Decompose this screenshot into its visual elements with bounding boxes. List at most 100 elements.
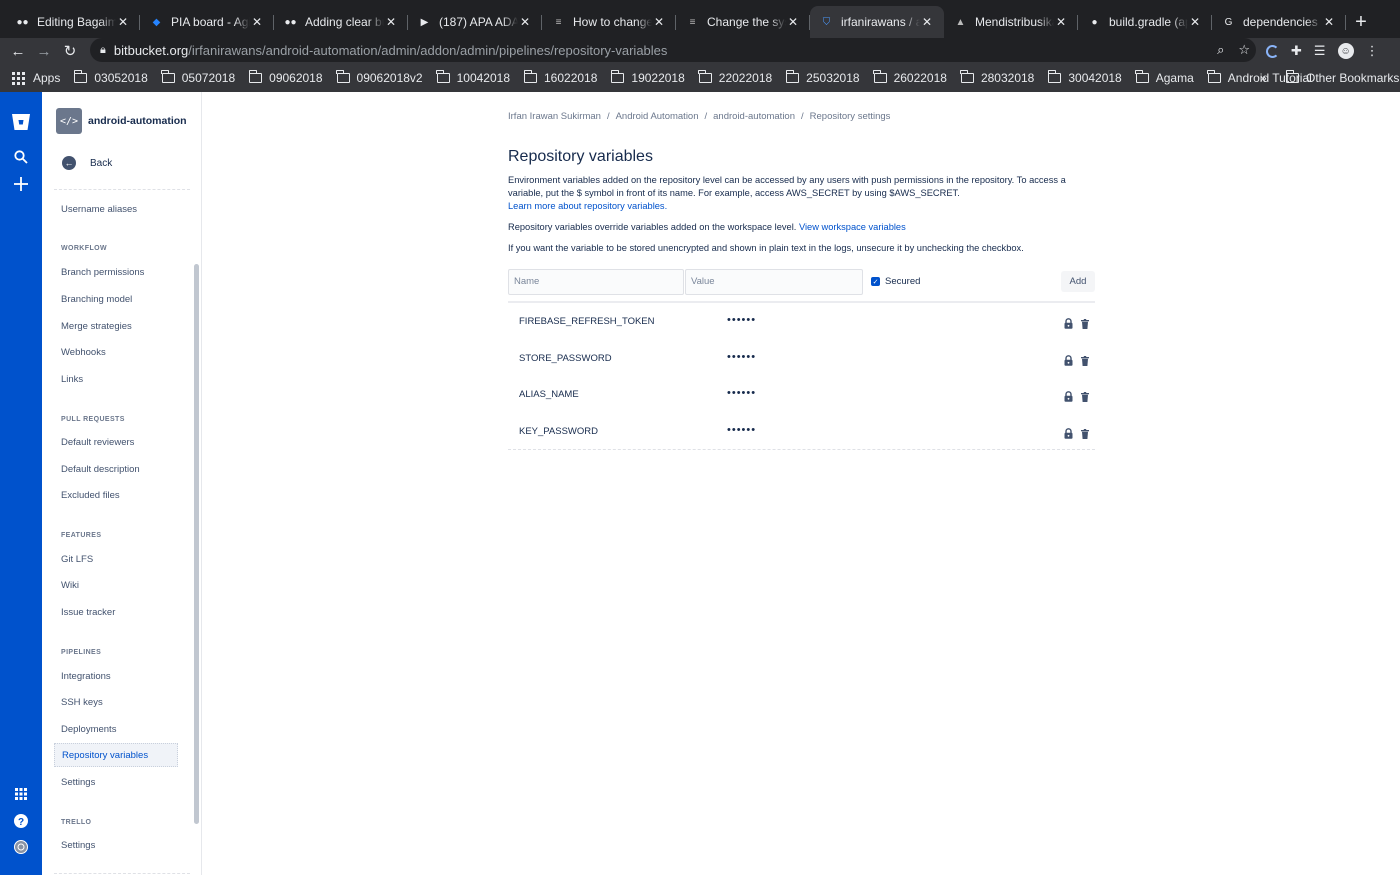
browser-tab[interactable]: ≡Change the syste✕ — [676, 6, 810, 38]
add-button[interactable]: Add — [1061, 271, 1095, 292]
browser-tab-active[interactable]: ⛉irfanirawans / and✕ — [810, 6, 944, 38]
sidebar-item-merge-strategies[interactable]: Merge strategies — [61, 321, 132, 332]
bookmark-folder[interactable]: 22022018 — [698, 70, 772, 85]
global-nav: ? — [0, 92, 42, 875]
sidebar-item-issue-tracker[interactable]: Issue tracker — [61, 607, 115, 618]
svg-text:?: ? — [18, 817, 24, 828]
close-tab-icon[interactable]: ✕ — [250, 15, 264, 29]
bookmark-folder[interactable]: 28032018 — [960, 70, 1034, 85]
browser-tab[interactable]: ◆PIA board - Agile✕ — [140, 6, 274, 38]
sidebar-item-ssh-keys[interactable]: SSH keys — [61, 697, 103, 708]
breadcrumb-item[interactable]: Irfan Irawan Sukirman — [508, 111, 601, 122]
sidebar-scrollbar[interactable] — [194, 264, 199, 824]
app-switcher-icon[interactable] — [11, 784, 31, 804]
back-arrow-icon: ← — [62, 156, 76, 170]
secured-checkbox[interactable]: ✓ Secured — [871, 276, 920, 287]
breadcrumb-item[interactable]: Repository settings — [810, 111, 891, 122]
back-arrow-icon[interactable]: ← — [5, 43, 31, 60]
close-tab-icon[interactable]: ✕ — [1054, 15, 1068, 29]
trash-icon[interactable] — [1081, 389, 1089, 403]
browser-tab[interactable]: ▲Mendistribusikan✕ — [944, 6, 1078, 38]
forward-arrow-icon[interactable]: → — [31, 43, 57, 60]
browser-tab[interactable]: ●●Editing Bagaimana✕ — [6, 6, 140, 38]
view-workspace-variables-link[interactable]: View workspace variables — [799, 222, 906, 232]
close-tab-icon[interactable]: ✕ — [116, 15, 130, 29]
sidebar-item-pipelines-settings[interactable]: Settings — [61, 777, 95, 788]
browser-tab[interactable]: Gdependencies - G✕ — [1212, 6, 1346, 38]
sidebar-item-default-reviewers[interactable]: Default reviewers — [61, 437, 134, 448]
bookmark-folder[interactable]: 26022018 — [873, 70, 947, 85]
divider — [508, 449, 1095, 450]
checkbox-checked-icon[interactable]: ✓ — [871, 277, 880, 286]
back-link[interactable]: ← Back — [62, 156, 112, 170]
bookmark-folder[interactable]: 25032018 — [785, 70, 860, 85]
trash-icon[interactable] — [1081, 426, 1089, 440]
repo-header[interactable]: </> android-automation — [56, 108, 187, 134]
breadcrumb-item[interactable]: android-automation — [713, 111, 795, 122]
bookmark-folder[interactable]: 05072018 — [161, 70, 235, 85]
bookmark-apps[interactable]: Apps — [12, 71, 60, 85]
variable-value-input[interactable]: Value — [685, 269, 863, 295]
trash-icon[interactable] — [1081, 353, 1089, 366]
lock-icon[interactable] — [1064, 316, 1073, 329]
learn-more-link[interactable]: Learn more about repository variables. — [508, 201, 667, 211]
close-tab-icon[interactable]: ✕ — [384, 15, 398, 29]
browser-tab[interactable]: ≡How to change th✕ — [542, 6, 676, 38]
sidebar-item-webhooks[interactable]: Webhooks — [61, 347, 106, 358]
profile-avatar-icon[interactable]: ☺ — [1337, 43, 1354, 59]
close-tab-icon[interactable]: ✕ — [652, 15, 666, 29]
stackoverflow-icon: ≡ — [689, 16, 696, 28]
extensions-puzzle-icon[interactable]: ✚ — [1291, 43, 1302, 59]
sidebar-item-default-description[interactable]: Default description — [61, 464, 140, 475]
bitbucket-logo-icon[interactable] — [11, 112, 31, 132]
bookmarks-overflow-chevron[interactable]: » — [1260, 71, 1267, 85]
bookmark-folder[interactable]: 09062018v2 — [336, 70, 423, 85]
trash-icon[interactable] — [1081, 316, 1089, 329]
sidebar-item-deployments[interactable]: Deployments — [61, 724, 116, 735]
bookmark-folder[interactable]: 10042018 — [436, 70, 510, 85]
close-tab-icon[interactable]: ✕ — [518, 15, 532, 29]
new-tab-button[interactable]: + — [1346, 6, 1376, 38]
reload-icon[interactable]: ↻ — [57, 42, 83, 60]
close-tab-icon[interactable]: ✕ — [920, 15, 934, 29]
bookmark-folder[interactable]: 09062018 — [248, 70, 323, 85]
folder-icon — [785, 70, 800, 83]
medium-icon: ●● — [16, 16, 29, 28]
search-icon[interactable] — [11, 147, 31, 167]
sidebar-item-branching-model[interactable]: Branching model — [61, 294, 132, 305]
sidebar-item-username-aliases[interactable]: Username aliases — [61, 204, 137, 215]
help-icon[interactable]: ? — [11, 811, 31, 831]
sidebar-item-git-lfs[interactable]: Git LFS — [61, 554, 93, 565]
sidebar-item-excluded-files[interactable]: Excluded files — [61, 490, 120, 501]
bookmark-folder[interactable]: 30042018 — [1047, 70, 1122, 85]
close-tab-icon[interactable]: ✕ — [786, 15, 800, 29]
close-tab-icon[interactable]: ✕ — [1322, 15, 1336, 29]
bookmark-folder[interactable]: 03052018 — [73, 70, 148, 85]
variable-name-input[interactable]: Name — [508, 269, 684, 295]
breadcrumb-item[interactable]: Android Automation — [616, 111, 699, 122]
bookmark-star-icon[interactable]: ☆ — [1238, 42, 1250, 58]
browser-tab[interactable]: ▶(187) APA ADA JA✕ — [408, 6, 542, 38]
address-bar[interactable]: 🔒︎ bitbucket.org/irfanirawans/android-au… — [90, 38, 1256, 62]
sidebar-item-branch-permissions[interactable]: Branch permissions — [61, 267, 144, 278]
sidebar-item-wiki[interactable]: Wiki — [61, 580, 79, 591]
bookmark-folder[interactable]: 19022018 — [610, 70, 685, 85]
create-plus-icon[interactable] — [11, 174, 31, 194]
bookmark-folder[interactable]: Agama — [1135, 70, 1194, 85]
browser-tab[interactable]: ●●Adding clear butt✕ — [274, 6, 408, 38]
lock-icon[interactable] — [1064, 426, 1073, 439]
sidebar-item-integrations[interactable]: Integrations — [61, 671, 111, 682]
lock-icon[interactable] — [1064, 389, 1073, 403]
bookmark-folder[interactable]: 16022018 — [523, 70, 597, 85]
media-queue-icon[interactable]: ☰ — [1314, 43, 1326, 59]
sidebar-item-trello-settings[interactable]: Settings — [61, 840, 95, 851]
sidebar-item-links[interactable]: Links — [61, 374, 83, 385]
lock-icon[interactable] — [1064, 353, 1073, 366]
close-tab-icon[interactable]: ✕ — [1188, 15, 1202, 29]
user-avatar-icon[interactable] — [11, 837, 31, 857]
browser-tab[interactable]: ●build.gradle (app✕ — [1078, 6, 1212, 38]
bookmark-other[interactable]: Other Bookmarks — [1285, 70, 1399, 85]
zoom-icon[interactable]: ⌕ — [1217, 42, 1224, 58]
sidebar-item-repository-variables[interactable]: Repository variables — [54, 743, 178, 767]
browser-menu-icon[interactable]: ⋮ — [1366, 43, 1379, 59]
